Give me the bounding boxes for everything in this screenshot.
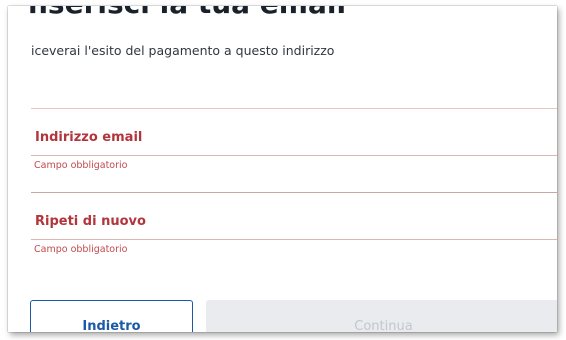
email-field[interactable]: Indirizzo email Campo obbligatorio xyxy=(31,108,557,171)
email-field-error: Campo obbligatorio xyxy=(34,160,128,171)
repeat-email-field[interactable]: Ripeti di nuovo Campo obbligatorio xyxy=(31,192,557,255)
repeat-email-field-error: Campo obbligatorio xyxy=(34,244,128,255)
email-field-underline xyxy=(31,155,557,156)
field-divider xyxy=(31,108,557,109)
email-field-label: Indirizzo email xyxy=(35,130,143,145)
repeat-email-field-label: Ripeti di nuovo xyxy=(35,214,146,229)
repeat-email-field-underline xyxy=(31,239,557,240)
email-form-card: nserisci la tua email iceverai l'esito d… xyxy=(8,6,557,332)
back-button[interactable]: Indietro xyxy=(30,300,193,332)
page-subtitle: iceverai l'esito del pagamento a questo … xyxy=(31,43,335,58)
page-title: nserisci la tua email xyxy=(28,6,346,20)
field-divider xyxy=(31,192,557,193)
continue-button[interactable]: Continua xyxy=(206,300,557,332)
